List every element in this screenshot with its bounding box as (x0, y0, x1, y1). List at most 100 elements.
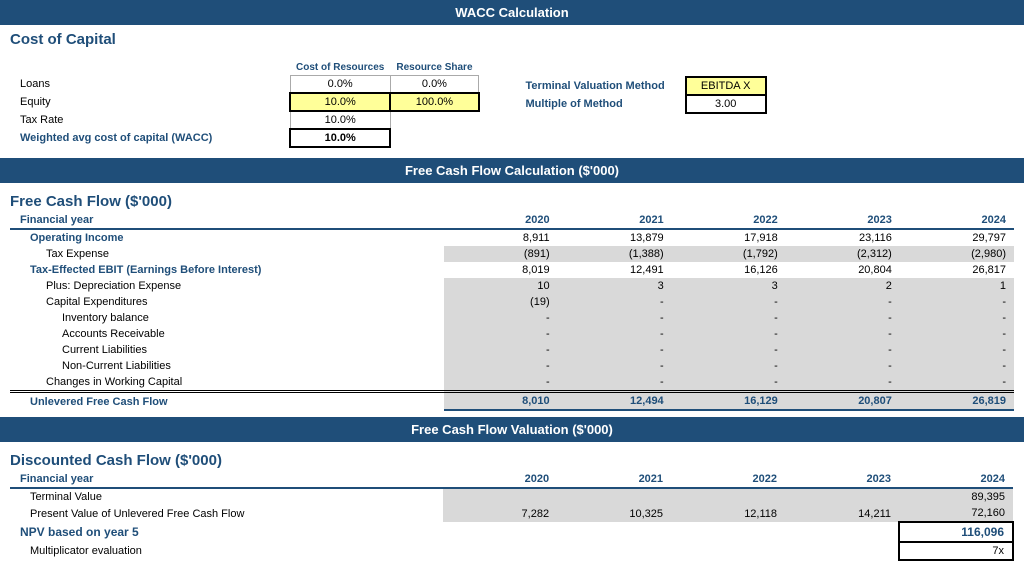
col-header-cost: Cost of Resources (290, 60, 390, 76)
equity-label: Equity (10, 93, 290, 111)
dcf-cell-0-3: 2023 (785, 471, 899, 488)
tax-rate-row: Tax Rate 10.0% (10, 111, 479, 129)
fcf-content: Free Cash Flow ($'000) Financial year202… (0, 183, 1024, 417)
fcf-cell-4-3: 2 (786, 278, 900, 294)
fcf-cell-5-2: - (672, 294, 786, 310)
loans-share[interactable]: 0.0% (390, 76, 478, 94)
equity-cost[interactable]: 10.0% (290, 93, 390, 111)
multiple-method-row: Multiple of Method 3.00 (520, 95, 766, 113)
dcf-title: Discounted Cash Flow ($'000) (10, 446, 1014, 471)
multiple-method-value[interactable]: 3.00 (686, 95, 766, 113)
fcf-cell-3-1: 12,491 (558, 262, 672, 278)
fcf-label-7: Accounts Receivable (10, 326, 444, 342)
fcf-cell-4-0: 10 (444, 278, 558, 294)
fcf-cell-1-3: 23,116 (786, 229, 900, 246)
dcf-cell-1-4: 89,395 (899, 488, 1013, 505)
dcf-cell-0-2: 2022 (671, 471, 785, 488)
valuation-header: Free Cash Flow Valuation ($'000) (0, 417, 1024, 442)
dcf-row-2: Present Value of Unlevered Free Cash Flo… (10, 505, 1013, 522)
wacc-label: Weighted avg cost of capital (WACC) (10, 129, 290, 147)
dcf-cell-3-4: 116,096 (899, 522, 1013, 542)
fcf-cell-0-2: 2022 (672, 212, 786, 229)
tax-rate-cost[interactable]: 10.0% (290, 111, 390, 129)
dcf-cell-1-1 (557, 488, 671, 505)
dcf-content: Discounted Cash Flow ($'000) Financial y… (0, 442, 1024, 567)
fcf-label-0: Financial year (10, 212, 444, 229)
fcf-label-2: Tax Expense (10, 246, 444, 262)
fcf-cell-3-3: 20,804 (786, 262, 900, 278)
fcf-cell-9-2: - (672, 358, 786, 374)
dcf-cell-4-2 (671, 542, 785, 560)
fcf-row-11: Unlevered Free Cash Flow8,01012,49416,12… (10, 392, 1014, 411)
terminal-valuation-label: Terminal Valuation Method (520, 77, 686, 95)
fcf-cell-1-2: 17,918 (672, 229, 786, 246)
fcf-cell-7-2: - (672, 326, 786, 342)
fcf-cell-7-4: - (900, 326, 1014, 342)
fcf-row-2: Tax Expense(891)(1,388)(1,792)(2,312)(2,… (10, 246, 1014, 262)
fcf-cell-11-2: 16,129 (672, 392, 786, 411)
dcf-cell-0-1: 2021 (557, 471, 671, 488)
wacc-cost[interactable]: 10.0% (290, 129, 390, 147)
fcf-header: Free Cash Flow Calculation ($'000) (0, 158, 1024, 183)
fcf-cell-2-3: (2,312) (786, 246, 900, 262)
fcf-label-3: Tax-Effected EBIT (Earnings Before Inter… (10, 262, 444, 278)
dcf-cell-0-4: 2024 (899, 471, 1013, 488)
fcf-cell-6-2: - (672, 310, 786, 326)
fcf-label-4: Plus: Depreciation Expense (10, 278, 444, 294)
fcf-cell-11-0: 8,010 (444, 392, 558, 411)
terminal-valuation-row: Terminal Valuation Method EBITDA X (520, 77, 766, 95)
fcf-row-10: Changes in Working Capital----- (10, 374, 1014, 392)
col-header-share: Resource Share (390, 60, 478, 76)
fcf-cell-5-1: - (558, 294, 672, 310)
terminal-table: Terminal Valuation Method EBITDA X Multi… (520, 76, 767, 114)
fcf-cell-2-1: (1,388) (558, 246, 672, 262)
fcf-label-9: Non-Current Liabilities (10, 358, 444, 374)
fcf-cell-5-3: - (786, 294, 900, 310)
loans-row: Loans 0.0% 0.0% (10, 76, 479, 94)
fcf-cell-11-4: 26,819 (900, 392, 1014, 411)
fcf-row-7: Accounts Receivable----- (10, 326, 1014, 342)
fcf-label-6: Inventory balance (10, 310, 444, 326)
loans-label: Loans (10, 76, 290, 94)
dcf-cell-3-3 (785, 522, 899, 542)
dcf-cell-3-0 (443, 522, 557, 542)
fcf-cell-10-0: - (444, 374, 558, 392)
dcf-cell-2-4: 72,160 (899, 505, 1013, 522)
terminal-valuation-value[interactable]: EBITDA X (686, 77, 766, 95)
fcf-row-5: Capital Expenditures(19)---- (10, 294, 1014, 310)
wacc-header: WACC Calculation (0, 0, 1024, 25)
fcf-cell-1-0: 8,911 (444, 229, 558, 246)
dcf-label-4: Multiplicator evaluation (10, 542, 443, 560)
fcf-cell-6-3: - (786, 310, 900, 326)
dcf-label-0: Financial year (10, 471, 443, 488)
equity-share[interactable]: 100.0% (390, 93, 478, 111)
dcf-cell-4-4: 7x (899, 542, 1013, 560)
dcf-cell-4-3 (785, 542, 899, 560)
dcf-row-0: Financial year20202021202220232024 (10, 471, 1013, 488)
fcf-label-11: Unlevered Free Cash Flow (10, 392, 444, 411)
fcf-cell-11-1: 12,494 (558, 392, 672, 411)
fcf-cell-4-1: 3 (558, 278, 672, 294)
dcf-row-1: Terminal Value89,395 (10, 488, 1013, 505)
fcf-row-0: Financial year20202021202220232024 (10, 212, 1014, 229)
wacc-row: Weighted avg cost of capital (WACC) 10.0… (10, 129, 479, 147)
fcf-cell-2-0: (891) (444, 246, 558, 262)
fcf-row-9: Non-Current Liabilities----- (10, 358, 1014, 374)
dcf-table: Financial year20202021202220232024Termin… (10, 471, 1014, 561)
dcf-label-3: NPV based on year 5 (10, 522, 443, 542)
fcf-cell-8-1: - (558, 342, 672, 358)
wacc-right-panel: Terminal Valuation Method EBITDA X Multi… (480, 76, 1014, 114)
dcf-cell-0-0: 2020 (443, 471, 557, 488)
fcf-row-1: Operating Income8,91113,87917,91823,1162… (10, 229, 1014, 246)
loans-cost[interactable]: 0.0% (290, 76, 390, 94)
fcf-cell-9-1: - (558, 358, 672, 374)
fcf-cell-7-3: - (786, 326, 900, 342)
dcf-cell-1-3 (785, 488, 899, 505)
dcf-row-4: Multiplicator evaluation 7x (10, 542, 1013, 560)
fcf-row-3: Tax-Effected EBIT (Earnings Before Inter… (10, 262, 1014, 278)
fcf-cell-10-3: - (786, 374, 900, 392)
dcf-cell-3-1 (557, 522, 671, 542)
fcf-cell-8-4: - (900, 342, 1014, 358)
fcf-cell-8-0: - (444, 342, 558, 358)
dcf-row-3: NPV based on year 5 116,096 (10, 522, 1013, 542)
